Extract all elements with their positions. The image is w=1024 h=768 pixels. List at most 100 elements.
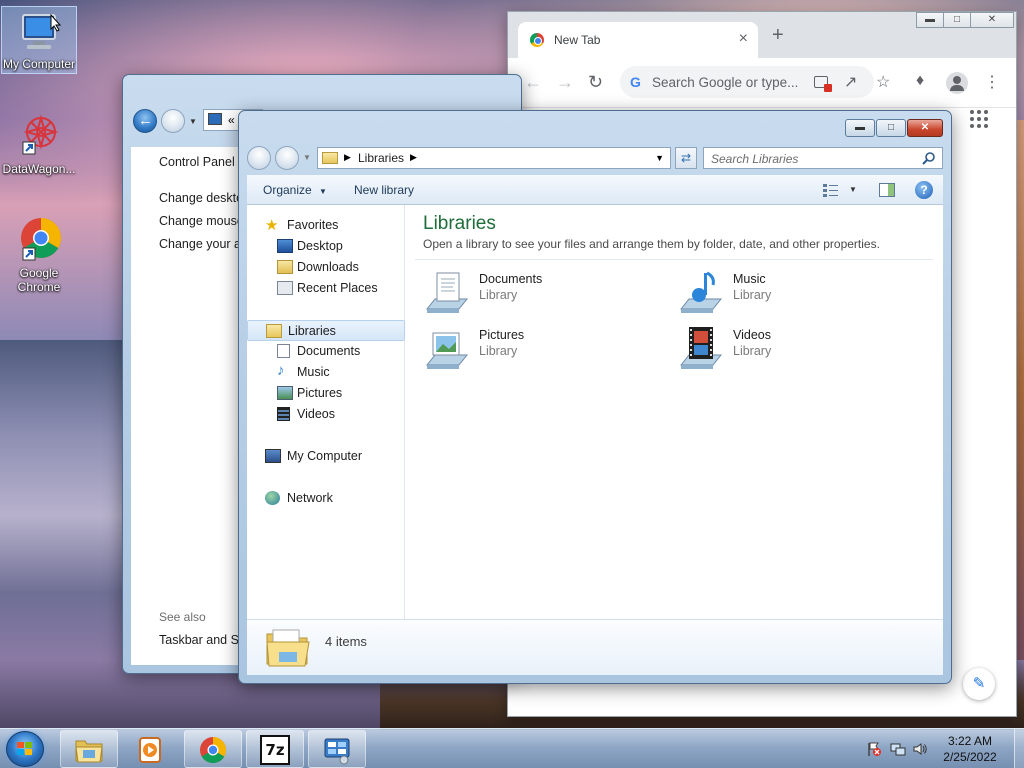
library-documents[interactable]: Documents Library [423,267,663,315]
nav-downloads[interactable]: Downloads [247,257,405,278]
see-also-link[interactable]: Taskbar and St [159,633,242,647]
control-panel-link[interactable]: Change deskto [159,191,243,205]
breadcrumb-libraries[interactable]: Libraries [358,151,404,165]
nav-favorites[interactable]: ★ Favorites [247,215,405,236]
pictures-icon [277,386,293,400]
datawagon-icon [15,112,63,160]
library-type: Library [479,288,518,302]
network-icon[interactable] [890,741,906,757]
library-videos[interactable]: Videos Library [677,323,917,371]
library-type: Library [733,288,772,302]
preview-pane-icon[interactable] [879,183,895,197]
action-center-flag-icon[interactable] [866,741,882,757]
nav-desktop[interactable]: Desktop [247,236,405,257]
control-panel-link[interactable]: Change your a [159,237,241,251]
new-tab-plus-icon[interactable]: + [772,24,784,47]
back-arrow-icon[interactable]: ← [524,72,542,93]
address-dropdown-icon[interactable]: ▼ [655,153,664,163]
library-pictures[interactable]: Pictures Library [423,323,663,371]
chevron-down-icon: ▼ [319,187,327,196]
desktop-icon-label: My Computer [2,57,76,71]
bookmark-star-icon[interactable]: ☆ [876,72,890,92]
nav-music[interactable]: ♪ Music [247,362,405,383]
google-apps-grid-icon[interactable] [970,110,988,128]
help-icon[interactable]: ? [915,181,933,199]
library-music[interactable]: Music Library [677,267,917,315]
desktop-icon-google-chrome[interactable]: Google Chrome [1,216,77,294]
recent-pages-chevron-icon[interactable]: ▼ [303,153,311,162]
library-type: Library [733,344,772,358]
documents-icon [277,344,290,358]
nav-label: Desktop [297,239,343,253]
new-library-button[interactable]: New library [354,183,414,197]
search-icon [922,151,936,168]
windows-logo-icon [17,742,33,756]
nav-label: Music [297,365,330,379]
libraries-pane: Libraries Open a library to see your fil… [405,205,943,619]
page-description: Open a library to see your files and arr… [423,237,880,251]
desktop-icon-datawagon[interactable]: DataWagon... [1,112,77,176]
show-desktop-button[interactable] [1014,729,1024,768]
libraries-explorer-window[interactable]: ▬ □ ✕ ▼ ▶ Libraries ▶ ▼ ⇄ Search Librari… [238,110,952,684]
nav-libraries[interactable]: Libraries [247,320,405,341]
tab-new-tab[interactable]: New Tab × [518,22,758,58]
taskbar-explorer-button[interactable] [60,730,118,768]
minimize-button[interactable]: ▬ [845,119,875,137]
taskbar-media-player-button[interactable] [122,730,180,768]
back-button[interactable]: ← [133,109,157,133]
nav-recent-places[interactable]: Recent Places [247,278,405,299]
menu-kebab-icon[interactable]: ⋮ [984,72,1000,92]
nav-videos[interactable]: Videos [247,404,405,425]
forward-button[interactable] [275,146,299,170]
maximize-button[interactable]: □ [943,12,971,28]
system-clock[interactable]: 3:22 AM 2/25/2022 [930,733,1010,765]
forward-arrow-icon[interactable]: → [556,72,574,93]
desktop-icon-my-computer[interactable]: My Computer [1,6,77,74]
extensions-puzzle-icon[interactable]: ♦ [916,72,924,90]
change-view-icon[interactable] [823,183,839,197]
start-button[interactable] [6,731,44,767]
minimize-button[interactable]: ▬ [916,12,944,28]
search-box[interactable]: Search Libraries [703,147,943,169]
control-panel-link[interactable]: Change mouse [159,214,244,228]
divider [415,259,933,260]
nav-network[interactable]: Network [247,488,405,509]
blocked-popup-icon[interactable] [814,76,832,92]
tab-title: New Tab [554,33,601,47]
organize-menu[interactable]: Organize ▼ [263,183,327,197]
forward-button[interactable] [161,109,185,133]
breadcrumb-separator-icon[interactable]: ▶ [410,152,417,163]
omnibox[interactable]: G Search Google or type... [620,66,874,98]
desktop-icon-label: Google Chrome [17,266,61,294]
music-library-icon [677,269,725,315]
taskbar-7zip-button[interactable]: 7z [246,730,304,768]
reload-icon[interactable]: ↻ [588,72,603,93]
profile-avatar-icon[interactable] [946,72,968,94]
recent-pages-chevron-icon[interactable]: ▼ [189,117,197,126]
chrome-favicon-icon [530,33,544,47]
star-icon: ★ [265,217,279,234]
omnibox-placeholder: Search Google or type... [652,75,799,90]
nav-label: Videos [297,407,335,421]
nav-label: Favorites [287,218,339,232]
nav-pictures[interactable]: Pictures [247,383,405,404]
taskbar-chrome-button[interactable] [184,730,242,768]
taskbar: 7z 3:22 AM 2/25/2022 [0,728,1024,768]
close-tab-icon[interactable]: × [739,30,748,48]
chrome-tab-strip: ▬ □ ✕ New Tab × + [508,12,1016,58]
more-views-chevron-icon[interactable]: ▼ [849,185,857,194]
volume-speaker-icon[interactable] [912,741,928,757]
nav-my-computer[interactable]: My Computer [247,446,405,467]
address-bar[interactable]: ▶ Libraries ▶ ▼ [317,147,671,169]
close-button[interactable]: ✕ [907,119,943,137]
nav-documents[interactable]: Documents [247,341,405,362]
media-player-icon [136,735,166,765]
share-icon[interactable]: ↗ [844,72,857,92]
back-button[interactable] [247,146,271,170]
taskbar-control-panel-button[interactable] [308,730,366,768]
close-button[interactable]: ✕ [970,12,1014,28]
refresh-button[interactable]: ⇄ [675,147,697,169]
library-name: Documents [479,272,543,286]
customize-pencil-icon[interactable]: ✎ [963,668,995,700]
maximize-button[interactable]: □ [876,119,906,137]
